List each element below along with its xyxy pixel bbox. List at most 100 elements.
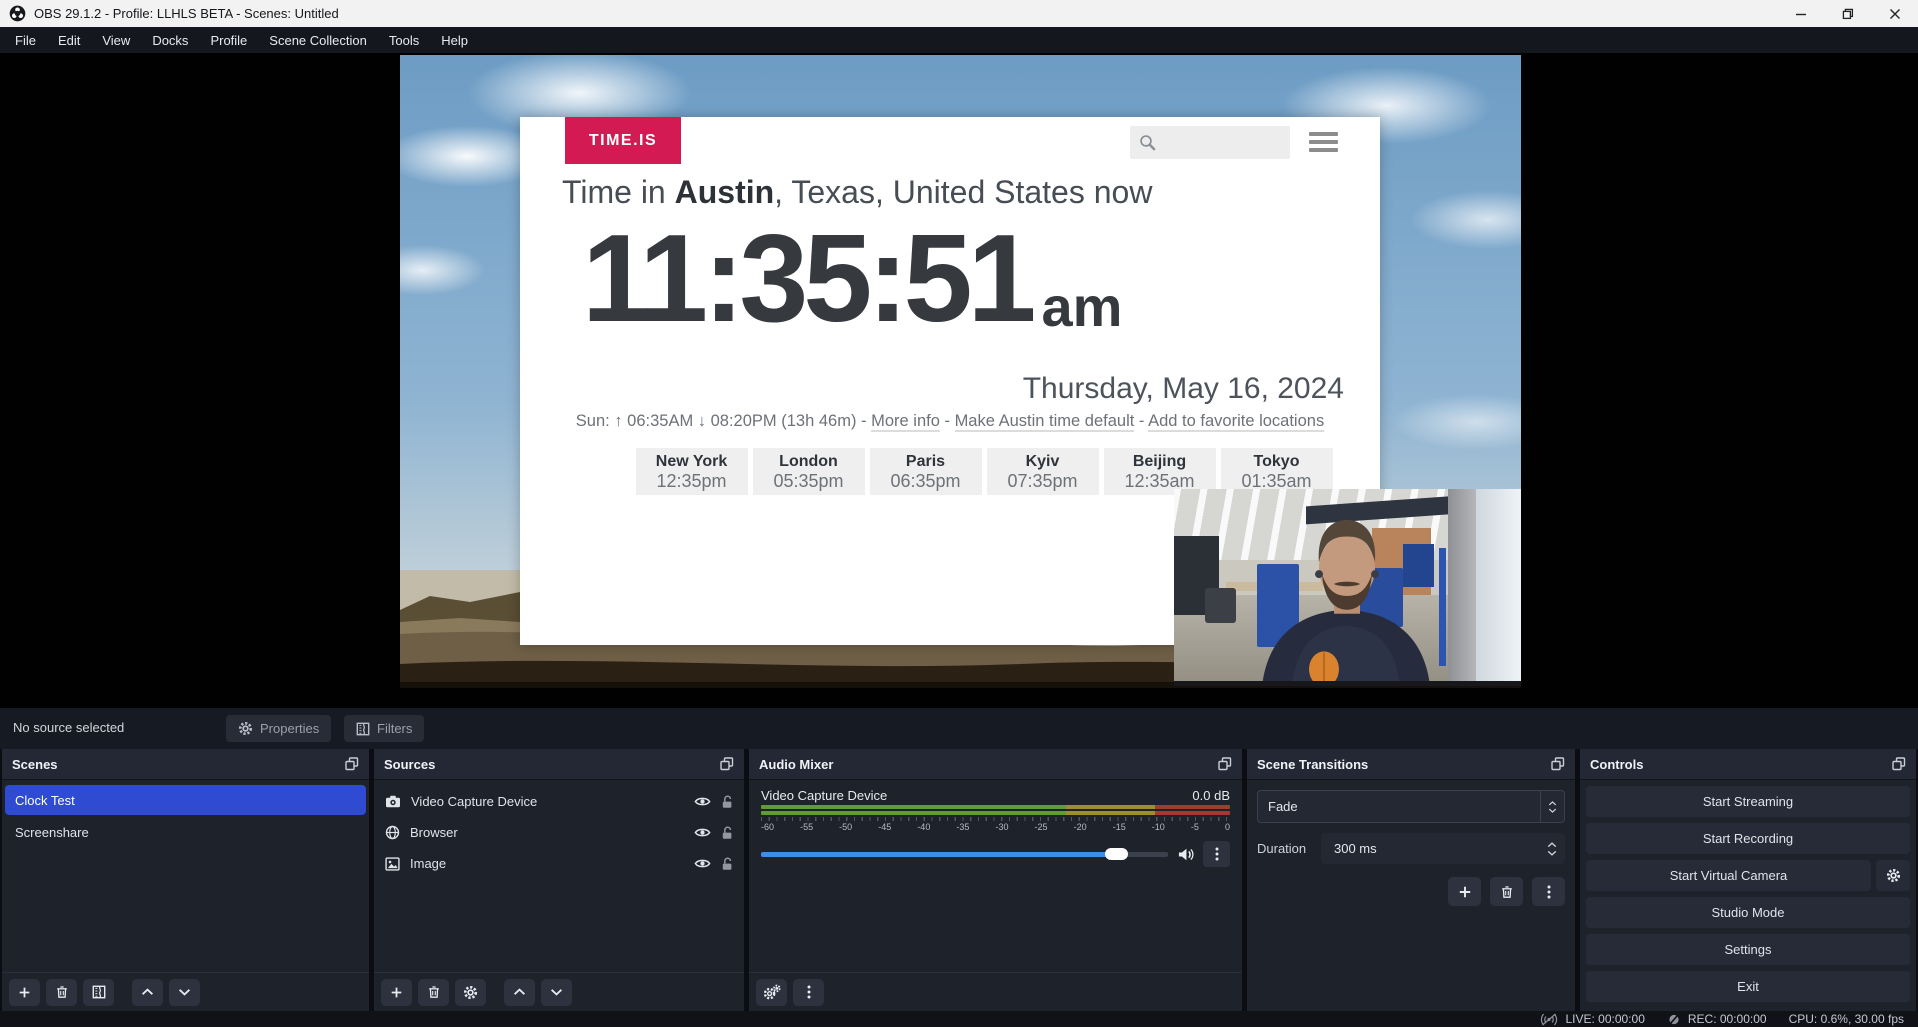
- add-favorite-link[interactable]: Add to favorite locations: [1148, 412, 1324, 432]
- add-scene-button[interactable]: [9, 979, 40, 1006]
- make-default-link[interactable]: Make Austin time default: [955, 412, 1135, 432]
- city-cell[interactable]: Tokyo01:35am: [1221, 448, 1333, 495]
- remove-source-button[interactable]: [418, 979, 449, 1006]
- start-streaming-button[interactable]: Start Streaming: [1586, 786, 1910, 817]
- search-icon: [1139, 134, 1156, 151]
- eye-icon[interactable]: [694, 826, 711, 839]
- source-status-text: No source selected: [13, 720, 124, 735]
- eye-icon[interactable]: [694, 857, 711, 870]
- duration-spinbox[interactable]: 300 ms: [1321, 833, 1565, 864]
- docks-area: Scenes Clock Test Screenshare Sources Vi…: [0, 749, 1918, 1011]
- scene-transitions-dock: Scene Transitions Fade Duration 300 ms: [1247, 749, 1575, 1011]
- filters-button[interactable]: Filters: [344, 715, 424, 742]
- mixer-channel-name: Video Capture Device: [761, 788, 887, 803]
- gear-icon: [238, 721, 253, 736]
- lock-icon[interactable]: [721, 857, 733, 871]
- city-cell[interactable]: London05:35pm: [753, 448, 865, 495]
- chevron-up-icon: [141, 988, 154, 996]
- menu-docks[interactable]: Docks: [141, 27, 199, 53]
- scenes-dock: Scenes Clock Test Screenshare: [2, 749, 369, 1011]
- scene-up-button[interactable]: [132, 979, 163, 1006]
- source-up-button[interactable]: [504, 979, 535, 1006]
- city-cell[interactable]: Kyiv07:35pm: [987, 448, 1099, 495]
- close-button[interactable]: [1871, 0, 1918, 27]
- program-canvas[interactable]: TIME.IS Time in Austin, Texas, United St…: [400, 55, 1521, 688]
- timeis-search-input[interactable]: [1130, 126, 1290, 159]
- popout-icon[interactable]: [1551, 757, 1565, 771]
- start-recording-button[interactable]: Start Recording: [1586, 823, 1910, 854]
- menu-edit[interactable]: Edit: [47, 27, 91, 53]
- restore-icon: [1842, 8, 1854, 20]
- source-toolbar: No source selected Properties Filters: [0, 708, 1918, 749]
- remove-scene-button[interactable]: [46, 979, 77, 1006]
- popout-icon[interactable]: [1218, 757, 1232, 771]
- dots-icon: [1215, 847, 1219, 861]
- menu-file[interactable]: File: [4, 27, 47, 53]
- scene-down-button[interactable]: [169, 979, 200, 1006]
- duration-label: Duration: [1257, 841, 1321, 856]
- select-chevrons-icon: [1540, 791, 1564, 822]
- source-row-image[interactable]: Image: [374, 848, 744, 879]
- add-transition-button[interactable]: [1448, 877, 1481, 906]
- volume-slider[interactable]: [761, 844, 1168, 864]
- city-cell[interactable]: Beijing12:35am: [1104, 448, 1216, 495]
- clock-ampm: am: [1042, 279, 1123, 335]
- plus-icon: [390, 986, 403, 999]
- more-info-link[interactable]: More info: [871, 412, 940, 432]
- source-row-video-capture[interactable]: Video Capture Device: [374, 786, 744, 817]
- chevron-down-icon: [550, 988, 563, 996]
- add-source-button[interactable]: [381, 979, 412, 1006]
- source-down-button[interactable]: [541, 979, 572, 1006]
- scene-item-screenshare[interactable]: Screenshare: [5, 817, 366, 847]
- menu-tools[interactable]: Tools: [378, 27, 430, 53]
- start-virtual-camera-button[interactable]: Start Virtual Camera: [1586, 860, 1871, 891]
- menu-scene-collection[interactable]: Scene Collection: [258, 27, 378, 53]
- restore-button[interactable]: [1824, 0, 1871, 27]
- remove-transition-button[interactable]: [1490, 877, 1523, 906]
- advanced-audio-button[interactable]: [756, 979, 787, 1006]
- trash-icon: [1500, 885, 1514, 899]
- obs-logo-icon: [9, 5, 26, 22]
- spinner-chevrons-icon[interactable]: [1547, 842, 1557, 856]
- person-silhouette: [1174, 489, 1521, 686]
- popout-icon[interactable]: [345, 757, 359, 771]
- virtual-camera-settings-button[interactable]: [1876, 860, 1910, 891]
- timeis-heading: Time in Austin, Texas, United States now: [562, 174, 1152, 211]
- scene-filters-button[interactable]: [83, 979, 114, 1006]
- transition-options-button[interactable]: [1532, 877, 1565, 906]
- dots-icon: [807, 985, 811, 999]
- lock-icon[interactable]: [721, 795, 733, 809]
- menu-help[interactable]: Help: [430, 27, 479, 53]
- transition-select[interactable]: Fade: [1257, 790, 1565, 823]
- timeis-logo[interactable]: TIME.IS: [565, 117, 681, 164]
- lock-icon[interactable]: [721, 826, 733, 840]
- preview-area[interactable]: TIME.IS Time in Austin, Texas, United St…: [0, 53, 1918, 708]
- minimize-button[interactable]: [1777, 0, 1824, 27]
- gear-icon: [463, 985, 478, 1000]
- hamburger-menu-icon[interactable]: [1309, 132, 1338, 152]
- source-row-browser[interactable]: Browser: [374, 817, 744, 848]
- scene-item-clock-test[interactable]: Clock Test: [5, 785, 366, 815]
- mixer-options-button[interactable]: [1203, 841, 1230, 867]
- exit-button[interactable]: Exit: [1586, 971, 1910, 1002]
- speaker-icon[interactable]: [1177, 847, 1194, 862]
- properties-button[interactable]: Properties: [226, 715, 331, 742]
- volume-slider-handle[interactable]: [1105, 848, 1128, 860]
- camera-icon: [385, 795, 401, 808]
- mixer-menu-button[interactable]: [793, 979, 824, 1006]
- popout-icon[interactable]: [1892, 757, 1906, 771]
- popout-icon[interactable]: [720, 757, 734, 771]
- scenes-dock-title: Scenes: [12, 757, 58, 772]
- menu-profile[interactable]: Profile: [199, 27, 258, 53]
- settings-button[interactable]: Settings: [1586, 934, 1910, 965]
- eye-icon[interactable]: [694, 795, 711, 808]
- city-cell[interactable]: Paris06:35pm: [870, 448, 982, 495]
- webcam-source[interactable]: [1174, 489, 1521, 686]
- trash-icon: [427, 985, 441, 999]
- studio-mode-button[interactable]: Studio Mode: [1586, 897, 1910, 928]
- source-properties-button[interactable]: [455, 979, 486, 1006]
- mixer-level-db: 0.0 dB: [1192, 788, 1230, 803]
- gear-icon: [1886, 868, 1901, 883]
- city-cell[interactable]: New York12:35pm: [636, 448, 748, 495]
- menu-view[interactable]: View: [91, 27, 141, 53]
